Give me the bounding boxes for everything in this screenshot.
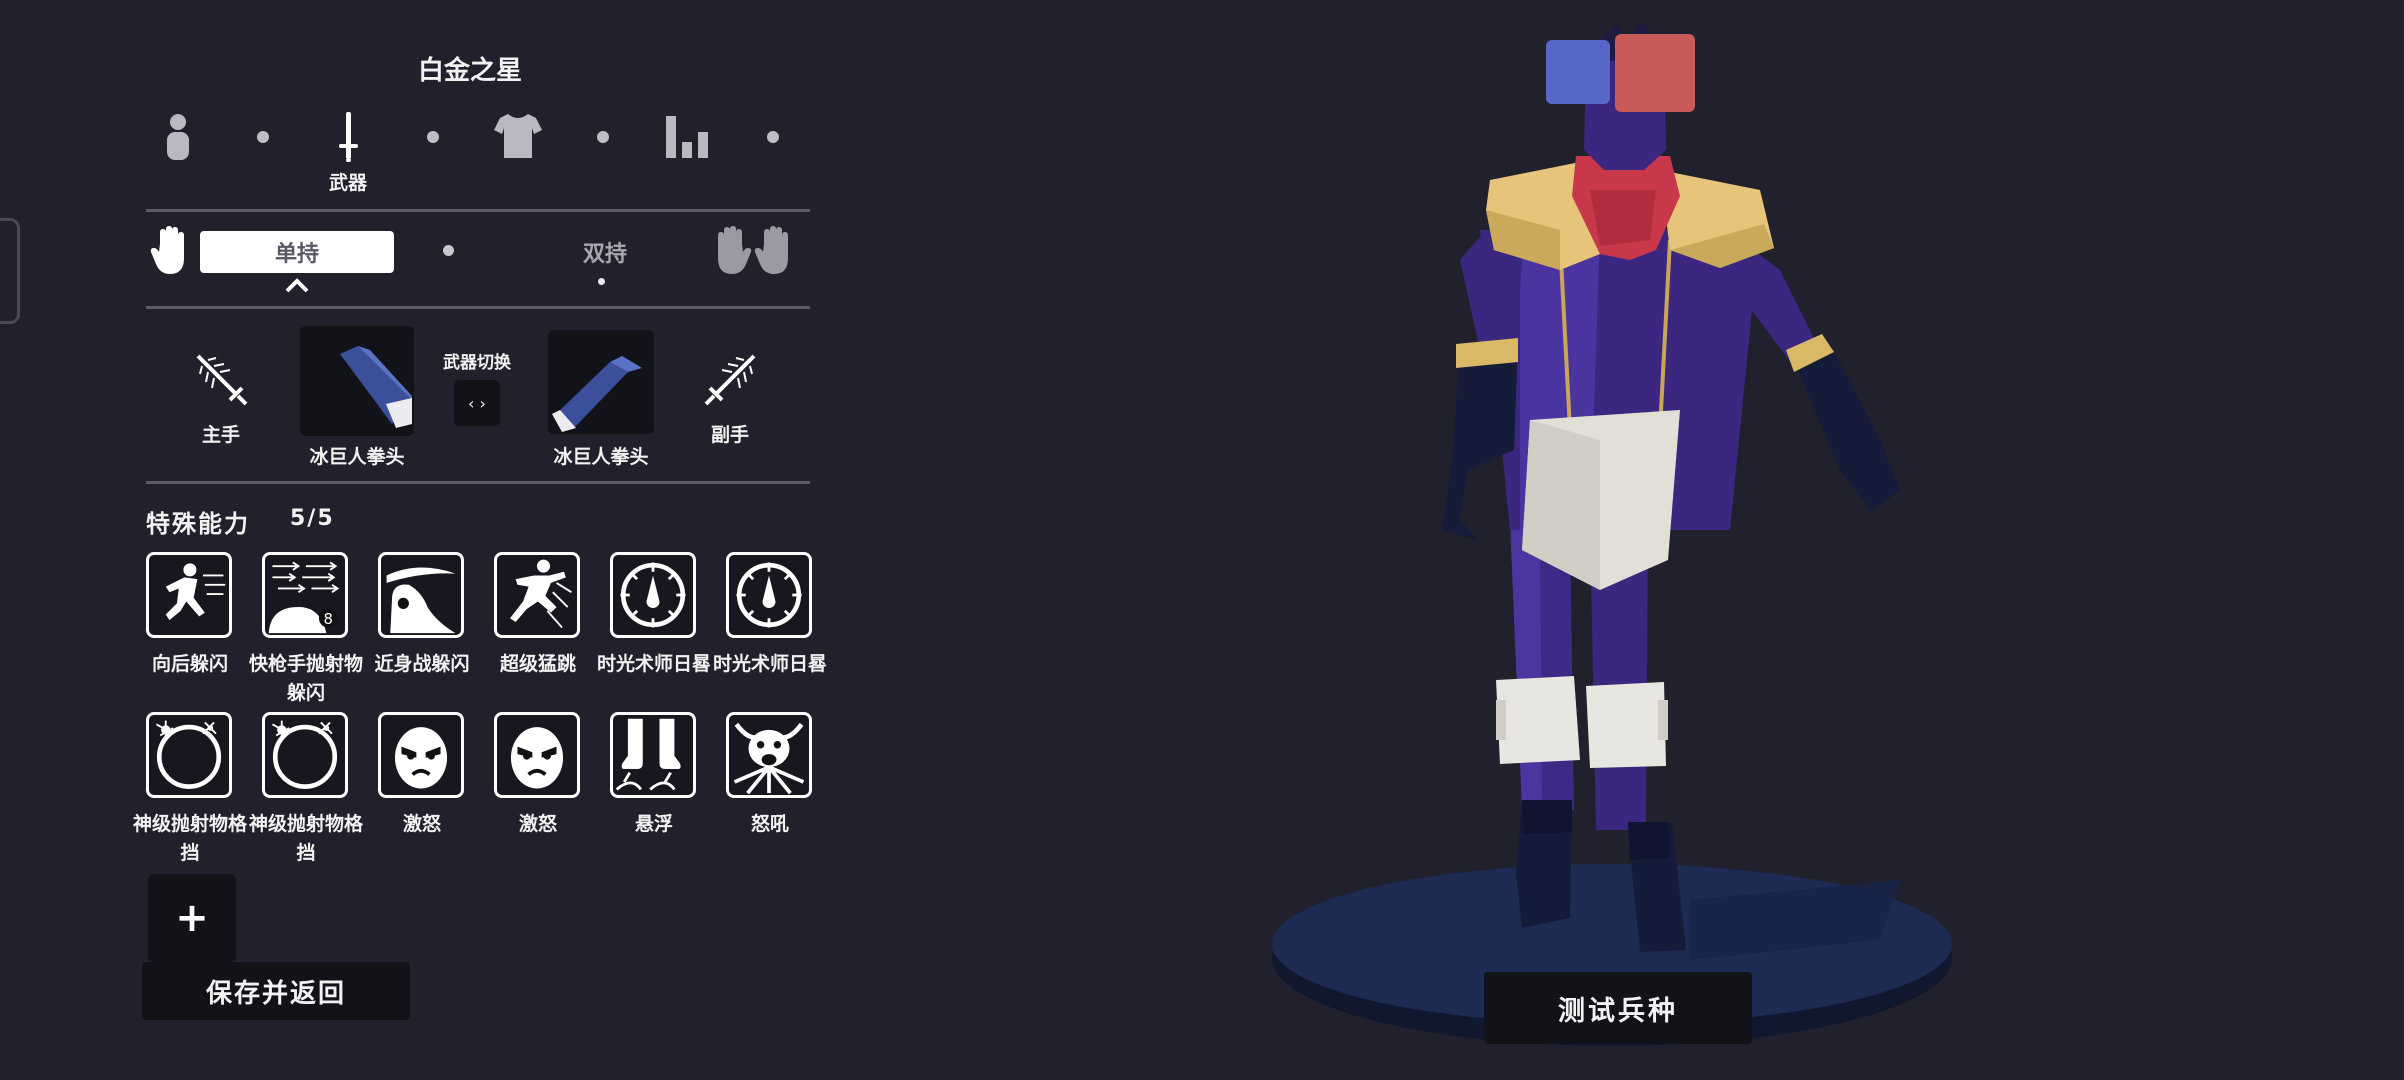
ability-roar[interactable] bbox=[726, 712, 812, 798]
ability-label: 时光术师日晷 bbox=[712, 653, 827, 675]
ability-label: 近身战躲闪 bbox=[374, 653, 470, 675]
off-hand-label: 副手 bbox=[710, 424, 749, 446]
weapon-swap-label: 武器切换 bbox=[443, 353, 511, 373]
ability-label: 怒吼 bbox=[750, 813, 789, 835]
ability-label: 激怒 bbox=[402, 813, 441, 835]
ability-label: 神级抛射物格挡 bbox=[248, 813, 363, 864]
dual-grip-button[interactable]: 双持 bbox=[560, 236, 650, 268]
add-ability-button[interactable]: + bbox=[148, 874, 236, 962]
ability-enrage[interactable] bbox=[494, 712, 580, 798]
ice-giant-fist-icon bbox=[552, 356, 642, 432]
enrage-face-icon bbox=[510, 727, 564, 789]
unit-name: 白金之星 bbox=[417, 56, 522, 86]
category-separator bbox=[767, 131, 779, 143]
divider bbox=[146, 306, 810, 309]
quickdraw-projectile-dodge-icon: 8 bbox=[268, 561, 340, 634]
ability-melee-dodge[interactable] bbox=[378, 552, 464, 638]
category-separator bbox=[427, 131, 439, 143]
grip-indicator-dot bbox=[598, 278, 605, 285]
team-red-color[interactable] bbox=[1615, 34, 1695, 112]
ability-label: 向后躲闪 bbox=[151, 653, 228, 675]
projectile-block-icon bbox=[155, 720, 222, 789]
ability-quickdraw-projectile-dodge[interactable]: 8 bbox=[262, 552, 348, 638]
main-weapon-name: 冰巨人拳头 bbox=[309, 446, 405, 468]
ability-sundial[interactable] bbox=[726, 552, 812, 638]
save-and-return-button[interactable]: 保存并返回 bbox=[142, 962, 410, 1020]
main-weapon-slot[interactable] bbox=[300, 326, 414, 436]
ability-label: 超级猛跳 bbox=[499, 653, 576, 675]
ability-levitate[interactable] bbox=[610, 712, 696, 798]
sundial-icon bbox=[620, 562, 686, 628]
projectile-block-icon bbox=[271, 720, 338, 789]
ability-label: 神级抛射物格挡 bbox=[132, 813, 247, 864]
test-unit-button[interactable]: 测试兵种 bbox=[1484, 972, 1752, 1044]
enrage-face-icon bbox=[394, 727, 448, 789]
off-weapon-slot[interactable] bbox=[548, 330, 654, 434]
ability-dodge-back[interactable] bbox=[146, 552, 232, 638]
category-stats[interactable] bbox=[658, 106, 718, 166]
ability-label: 快枪手抛射物躲闪 bbox=[248, 653, 363, 704]
category-clothing[interactable] bbox=[488, 106, 548, 166]
ability-projectile-block[interactable] bbox=[262, 712, 348, 798]
ability-projectile-block[interactable] bbox=[146, 712, 232, 798]
dual-hand-icon bbox=[718, 226, 788, 274]
single-hand-icon bbox=[150, 226, 184, 274]
ability-label: 时光术师日晷 bbox=[596, 653, 711, 675]
off-hand-sword-icon bbox=[704, 354, 756, 406]
team-blue-color[interactable] bbox=[1546, 40, 1610, 104]
abilities-title: 特殊能力 bbox=[146, 510, 250, 538]
category-weapon[interactable] bbox=[318, 106, 378, 166]
ability-label: 激怒 bbox=[518, 813, 557, 835]
levitate-icon bbox=[615, 718, 681, 791]
sword-icon bbox=[339, 112, 358, 162]
category-body[interactable] bbox=[148, 106, 208, 166]
ability-sundial[interactable] bbox=[610, 552, 696, 638]
side-tab-edge[interactable] bbox=[0, 218, 20, 324]
main-hand-sword-icon bbox=[196, 354, 248, 406]
melee-dodge-icon bbox=[386, 567, 456, 634]
divider bbox=[146, 481, 810, 484]
super-leap-icon bbox=[510, 559, 572, 629]
grip-separator bbox=[443, 245, 454, 256]
off-weapon-name: 冰巨人拳头 bbox=[553, 446, 649, 468]
unit-preview[interactable] bbox=[1260, 0, 1980, 1080]
svg-text:8: 8 bbox=[324, 610, 333, 628]
body-icon bbox=[167, 114, 189, 160]
ability-enrage[interactable] bbox=[378, 712, 464, 798]
ability-super-leap[interactable] bbox=[494, 552, 580, 638]
weapon-swap-button[interactable]: ‹ › bbox=[454, 380, 500, 426]
ice-giant-fist-icon bbox=[340, 346, 412, 428]
ability-label: 悬浮 bbox=[634, 813, 673, 835]
divider bbox=[146, 209, 810, 212]
roar-icon bbox=[733, 722, 805, 795]
category-separator bbox=[597, 131, 609, 143]
chevron-up-icon bbox=[285, 278, 309, 293]
main-hand-label: 主手 bbox=[201, 424, 240, 446]
shirt-icon bbox=[494, 114, 542, 158]
sundial-icon bbox=[736, 562, 802, 628]
category-weapon-label: 武器 bbox=[328, 172, 367, 194]
category-separator bbox=[257, 131, 269, 143]
abilities-count: 5/5 bbox=[290, 506, 335, 531]
stats-icon bbox=[666, 116, 708, 158]
dodge-back-icon bbox=[165, 563, 226, 621]
single-grip-button[interactable]: 单持 bbox=[200, 231, 394, 273]
